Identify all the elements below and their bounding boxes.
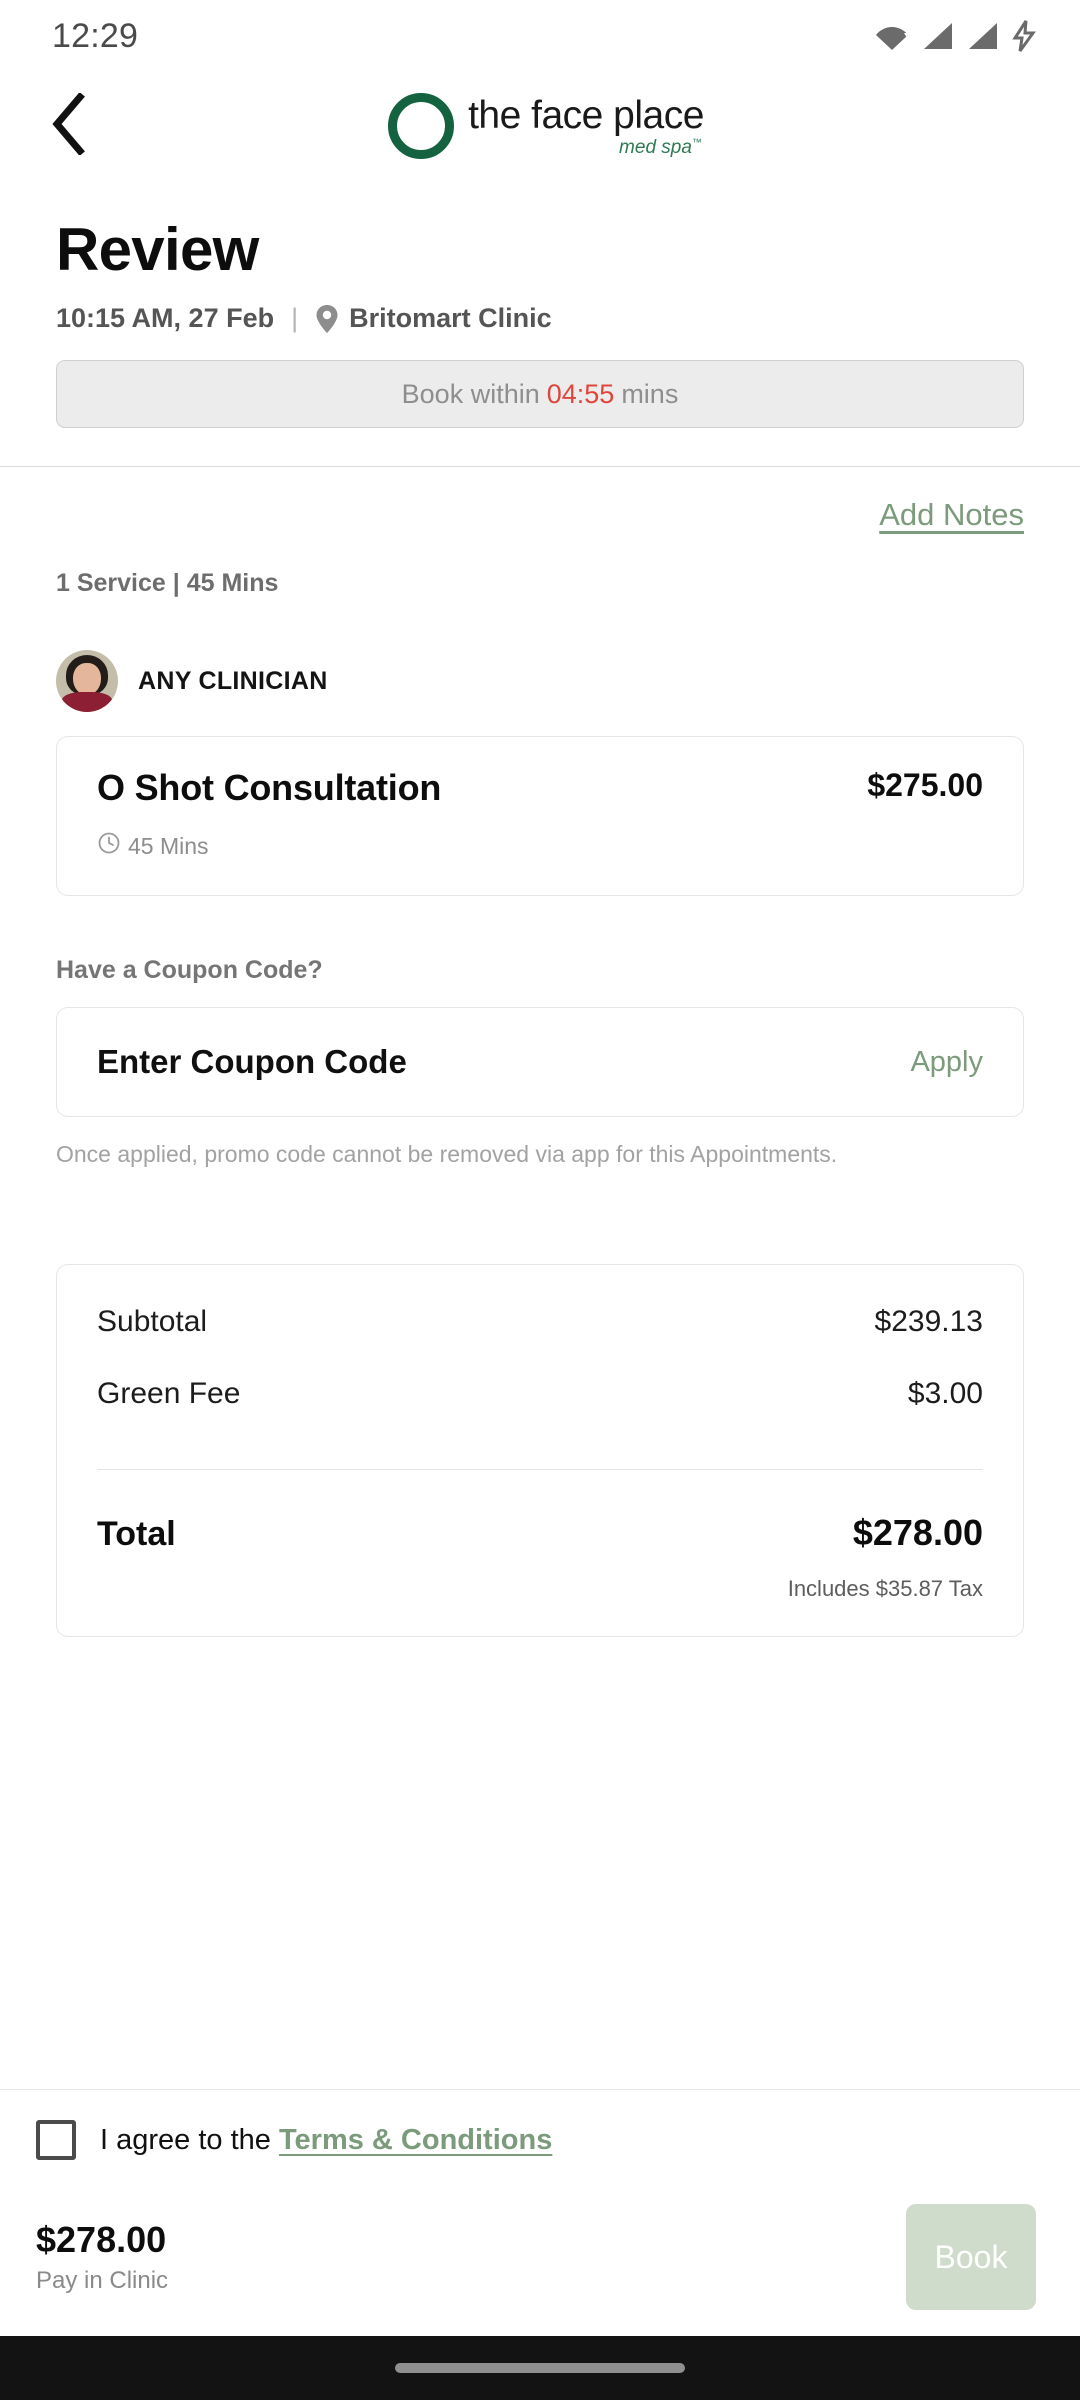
totals-row-label: Subtotal: [97, 1305, 208, 1338]
service-price: $275.00: [867, 767, 983, 803]
totals-row-value: $239.13: [874, 1305, 983, 1338]
pay-summary: $278.00 Pay in Clinic: [36, 2219, 168, 2295]
brand-wordmark: the face place med spa™: [468, 96, 704, 157]
brand-ring-icon: [388, 93, 455, 159]
app-bar: the face place med spa™: [0, 72, 1080, 180]
apply-coupon-button[interactable]: Apply: [890, 1046, 983, 1079]
terms-text: I agree to the Terms & Conditions: [100, 2124, 552, 2157]
service-count-label: 1 Service | 45 Mins: [56, 569, 279, 597]
terms-row: I agree to the Terms & Conditions: [36, 2090, 1036, 2160]
status-bar-clock: 12:29: [52, 16, 139, 55]
brand-name: the face place: [468, 93, 704, 137]
brand-logo: the face place med spa™: [388, 93, 704, 159]
booking-timer: Book within 04:55 mins: [56, 360, 1024, 428]
totals-row-value: $3.00: [907, 1377, 983, 1410]
timer-suffix: mins: [621, 378, 679, 409]
tax-note: Includes $35.87 Tax: [787, 1576, 983, 1601]
grand-total-value: $278.00: [852, 1512, 983, 1553]
timer-prefix: Book within: [401, 378, 540, 409]
terms-agree-label: I agree to the: [100, 2123, 279, 2156]
page-title: Review: [56, 216, 259, 283]
appointment-location: Britomart Clinic: [349, 303, 552, 333]
chevron-left-icon: [50, 91, 90, 160]
totals-row: Green Fee $3.00: [97, 1377, 983, 1411]
grand-total-row: Total $278.00: [97, 1512, 983, 1554]
totals-divider: [97, 1469, 983, 1470]
coupon-disclaimer: Once applied, promo code cannot be remov…: [56, 1141, 838, 1167]
title-block: Review 10:15 AM, 27 Feb | Britomart Clin…: [0, 180, 1080, 334]
pay-row: $278.00 Pay in Clinic Book: [36, 2160, 1036, 2336]
service-card-top: O Shot Consultation $275.00: [97, 767, 983, 809]
back-button[interactable]: [34, 90, 106, 162]
map-pin-icon: [315, 304, 339, 334]
home-indicator[interactable]: [395, 2363, 685, 2373]
clinician-row: ANY CLINICIAN: [0, 598, 1080, 712]
status-bar: 12:29: [0, 0, 1080, 72]
pay-method: Pay in Clinic: [36, 2267, 169, 2294]
footer-bar: I agree to the Terms & Conditions $278.0…: [0, 2090, 1080, 2336]
clock-icon: [97, 831, 121, 861]
app-screen: 12:29 the face place med spa™ Review 10:…: [0, 0, 1080, 2400]
terms-checkbox[interactable]: [36, 2120, 76, 2160]
booking-timer-wrap: Book within 04:55 mins: [0, 334, 1080, 428]
add-notes-link[interactable]: Add Notes: [879, 497, 1024, 533]
wifi-icon: [875, 21, 909, 51]
coupon-input[interactable]: [97, 1043, 891, 1081]
timer-countdown: 04:55: [546, 378, 615, 409]
service-duration: 45 Mins: [128, 832, 209, 859]
clinician-avatar: [56, 650, 118, 712]
service-duration-row: 45 Mins: [97, 831, 983, 861]
terms-and-conditions-link[interactable]: Terms & Conditions: [279, 2124, 552, 2156]
system-nav-bar: [0, 2336, 1080, 2400]
pay-amount: $278.00: [36, 2219, 167, 2260]
totals-card: Subtotal $239.13 Green Fee $3.00 Total $…: [56, 1264, 1024, 1637]
coupon-section-label: Have a Coupon Code?: [56, 956, 323, 984]
status-bar-icons: [875, 20, 1036, 52]
appointment-meta: 10:15 AM, 27 Feb | Britomart Clinic: [56, 303, 1024, 334]
book-button[interactable]: Book: [906, 2204, 1036, 2310]
clinician-name: ANY CLINICIAN: [138, 666, 328, 695]
signal-icon: [967, 21, 999, 51]
service-name: O Shot Consultation: [97, 767, 442, 808]
totals-row: Subtotal $239.13: [97, 1305, 983, 1339]
brand-tagline: med spa™: [619, 136, 702, 158]
coupon-card: Apply: [56, 1007, 1024, 1117]
signal-icon: [922, 21, 954, 51]
grand-total-label: Total: [97, 1515, 176, 1553]
charging-bolt-icon: [1012, 20, 1036, 52]
appointment-datetime: 10:15 AM, 27 Feb: [56, 303, 275, 333]
totals-row-label: Green Fee: [97, 1377, 241, 1410]
service-card[interactable]: O Shot Consultation $275.00 45 Mins: [56, 736, 1024, 896]
meta-separator: |: [291, 303, 299, 333]
notes-row: Add Notes: [0, 467, 1080, 533]
